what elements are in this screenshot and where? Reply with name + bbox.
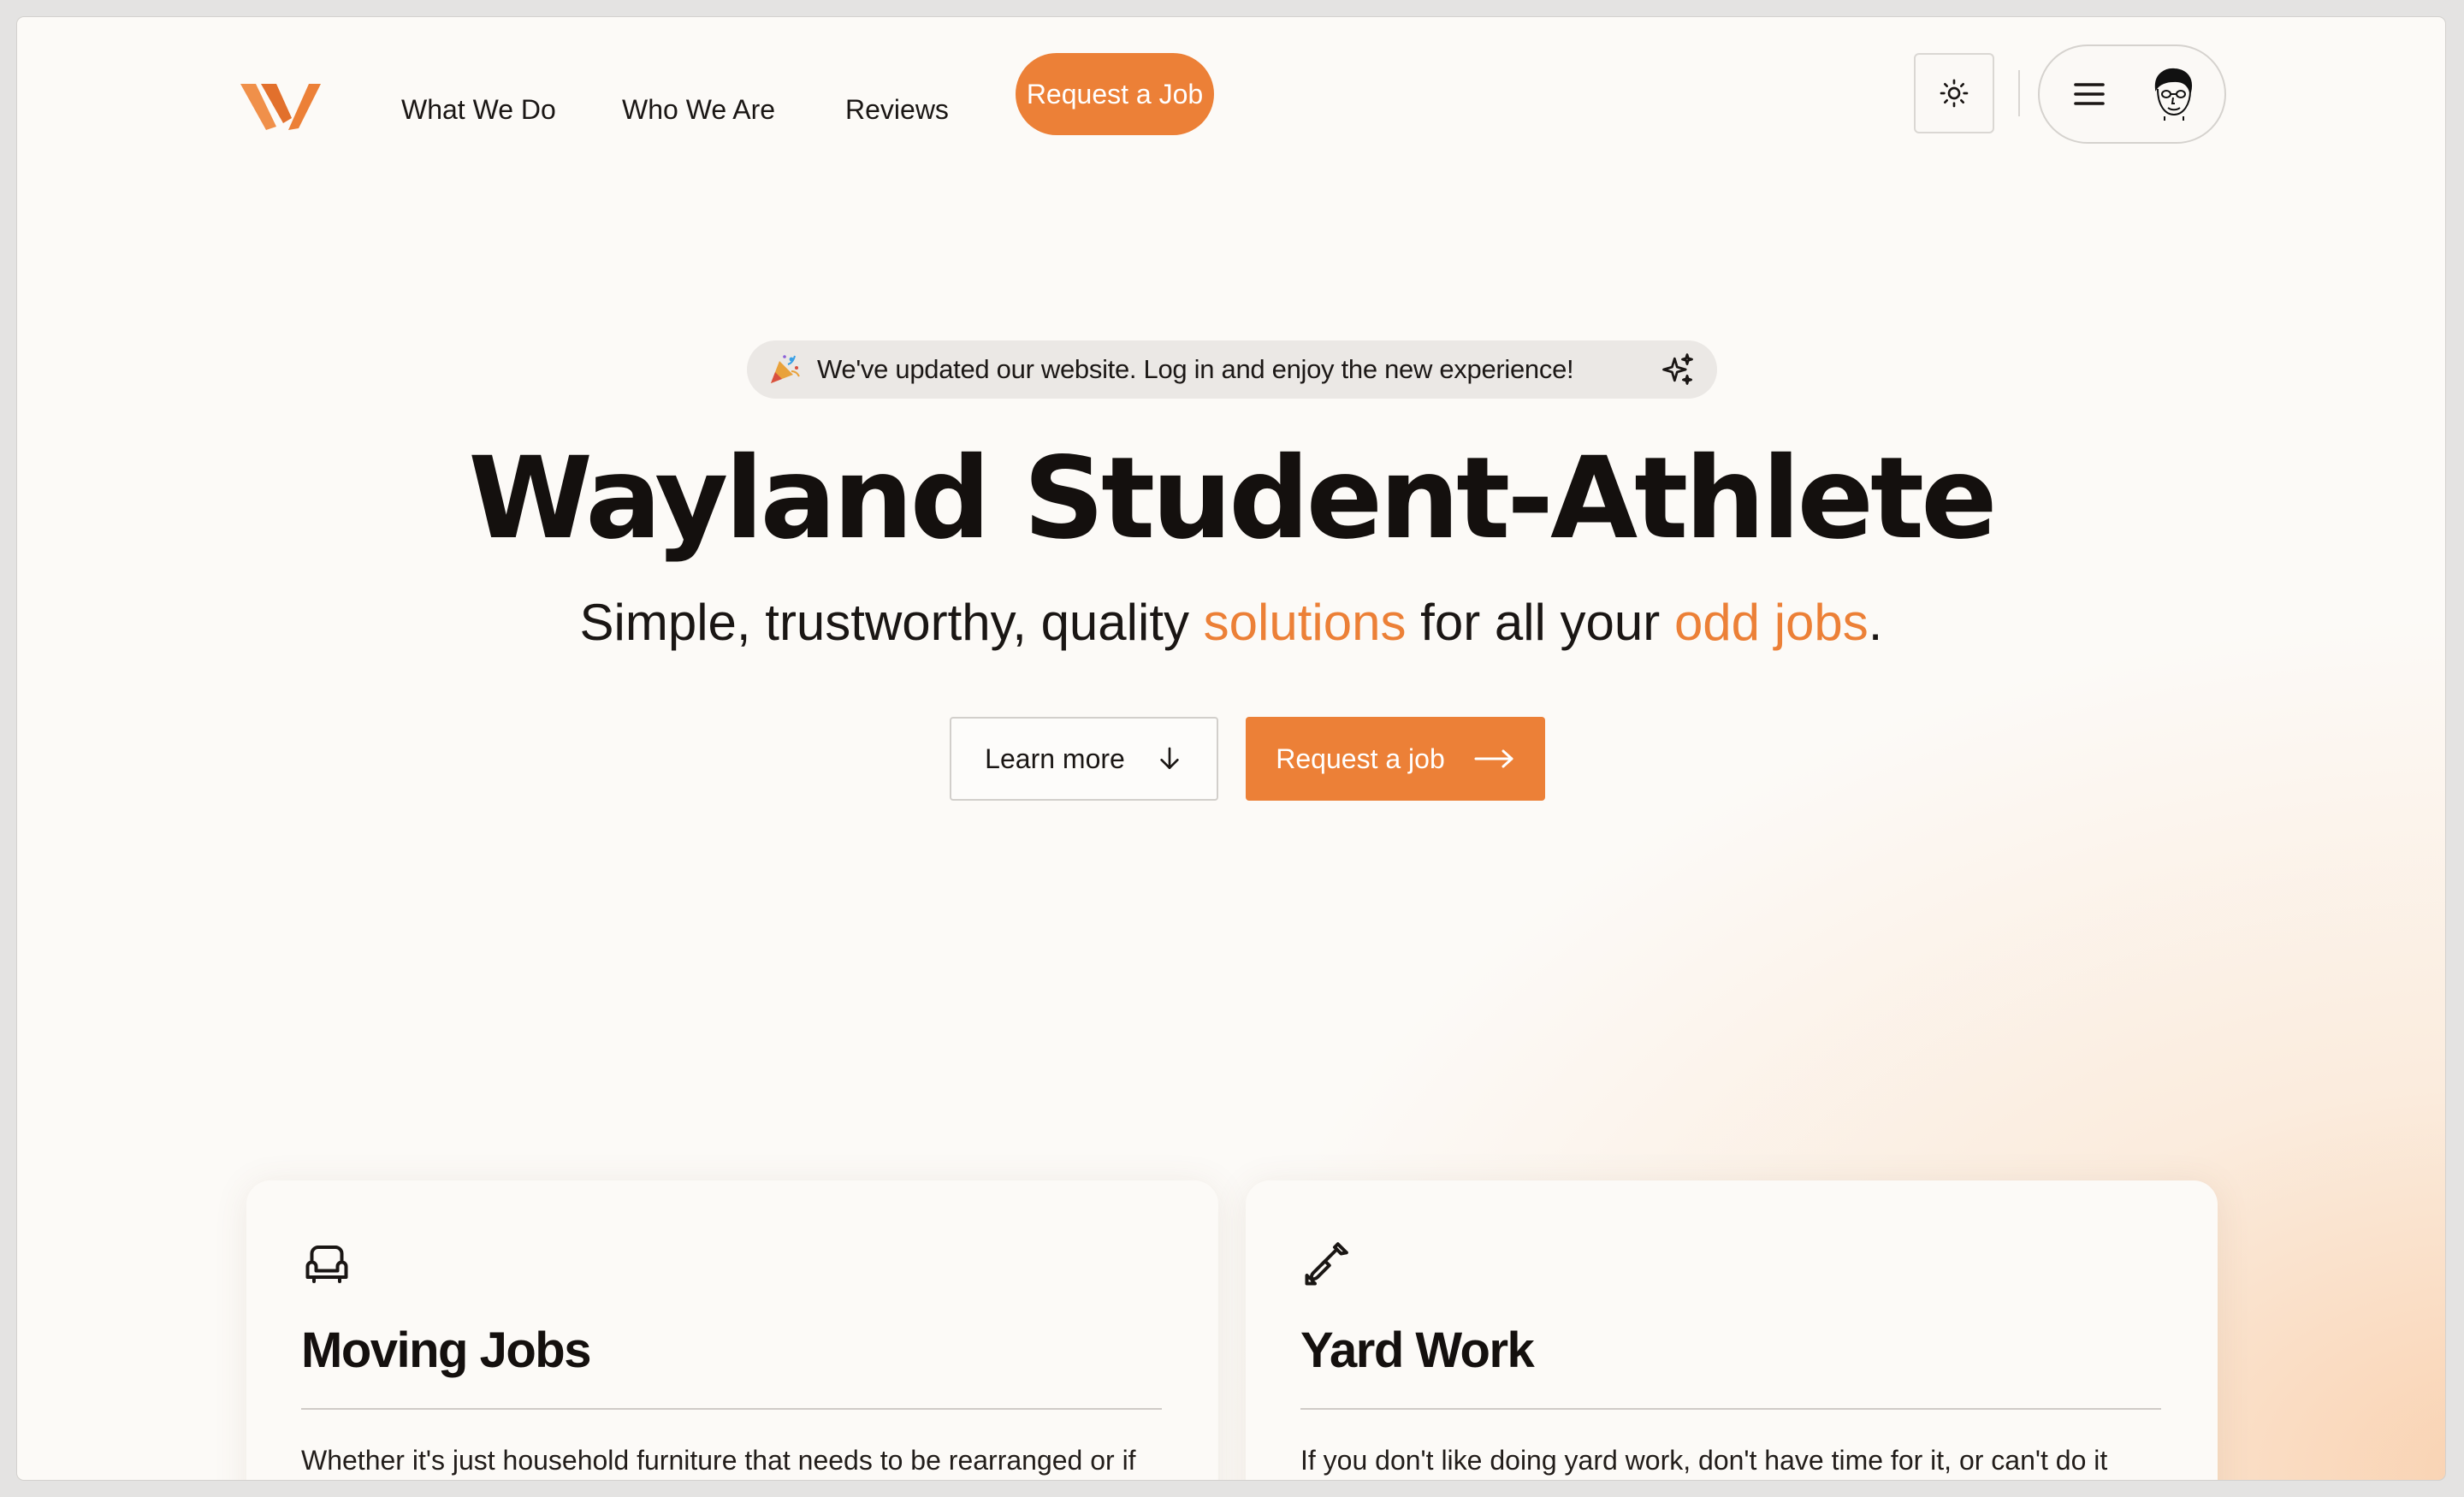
- announcement-banner[interactable]: We've updated our website. Log in and en…: [747, 340, 1717, 399]
- subtitle-period: .: [1868, 594, 1883, 651]
- sun-icon: [1940, 79, 1969, 108]
- theme-toggle-button[interactable]: [1914, 53, 1994, 133]
- arrow-right-icon: [1474, 749, 1513, 768]
- browser-viewport: What We Do Who We Are Reviews Request a …: [17, 17, 2445, 1480]
- card-divider: [1300, 1408, 2161, 1410]
- service-card-moving[interactable]: Moving Jobs Whether it's just household …: [246, 1180, 1218, 1480]
- subtitle-accent-odd-jobs: odd jobs: [1673, 594, 1869, 651]
- wayland-logo[interactable]: [235, 68, 321, 137]
- learn-more-button[interactable]: Learn more: [950, 717, 1218, 801]
- user-menu-button[interactable]: [2038, 44, 2226, 144]
- nav-who-we-are[interactable]: Who We Are: [622, 92, 775, 127]
- card-title: Yard Work: [1300, 1322, 1535, 1378]
- card-divider: [301, 1408, 1162, 1410]
- hero-subtitle: Simple, trustworthy, quality solutions f…: [17, 589, 2445, 657]
- subtitle-accent-solutions: solutions: [1203, 594, 1407, 651]
- subtitle-text: for all your: [1406, 594, 1674, 651]
- service-card-yard-work[interactable]: Yard Work If you don't like doing yard w…: [1246, 1180, 2218, 1480]
- learn-more-label: Learn more: [985, 743, 1125, 774]
- request-job-hero-button[interactable]: Request a job: [1246, 717, 1545, 801]
- request-job-nav-button[interactable]: Request a Job: [1016, 53, 1214, 135]
- shovel-icon: [1305, 1242, 1348, 1286]
- nav-reviews[interactable]: Reviews: [845, 92, 949, 127]
- nav-what-we-do[interactable]: What We Do: [401, 92, 556, 127]
- hamburger-menu-icon: [2074, 83, 2105, 105]
- card-description: If you don't like doing yard work, don't…: [1300, 1445, 2108, 1476]
- announcement-text: We've updated our website. Log in and en…: [817, 354, 1574, 384]
- card-description: Whether it's just household furniture th…: [301, 1445, 1136, 1476]
- armchair-icon: [305, 1246, 348, 1283]
- nav-divider: [2018, 70, 2020, 116]
- sparkles-icon: [1662, 353, 1693, 385]
- arrow-down-icon: [1160, 747, 1179, 769]
- card-title: Moving Jobs: [301, 1322, 591, 1378]
- avatar-icon: [2154, 68, 2192, 121]
- hero-title: Wayland Student-Athlete: [468, 433, 1997, 565]
- party-popper-icon: [771, 355, 800, 383]
- request-job-label: Request a job: [1276, 743, 1445, 774]
- subtitle-text: Simple, trustworthy, quality: [579, 594, 1204, 651]
